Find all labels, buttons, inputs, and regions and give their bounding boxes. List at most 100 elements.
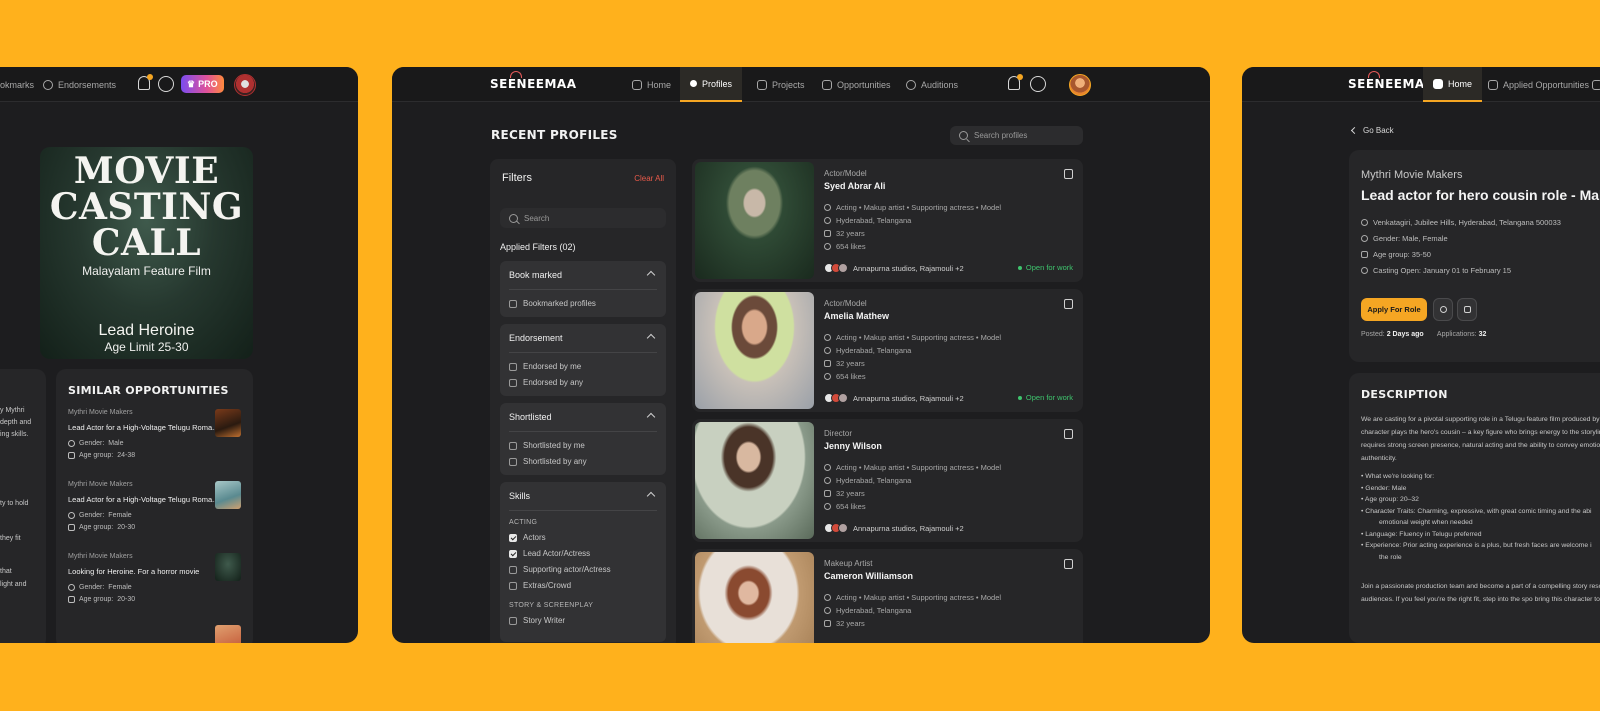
opportunity-item[interactable] bbox=[68, 625, 241, 643]
studios-text: Annapurna studios, Rajamouli +2 bbox=[853, 393, 964, 403]
filter-option[interactable]: Extras/Crowd bbox=[509, 581, 571, 590]
filter-option[interactable]: Lead Actor/Actress bbox=[509, 549, 590, 558]
avatar[interactable] bbox=[234, 74, 256, 96]
bookmark-icon[interactable] bbox=[1064, 169, 1073, 179]
likes-text: 654 likes bbox=[836, 242, 866, 251]
meta-value: 24-38 bbox=[117, 452, 136, 459]
profile-card[interactable]: Director Jenny Wilson Acting • Makup art… bbox=[692, 419, 1083, 542]
calendar-icon bbox=[824, 490, 831, 497]
calendar-icon bbox=[824, 620, 831, 627]
meta-label: Gender: bbox=[79, 584, 105, 591]
chevron-up-icon[interactable] bbox=[646, 270, 656, 280]
opportunity-item[interactable]: Mythri Movie Makers Lead Actor for a Hig… bbox=[68, 409, 241, 471]
chevron-up-icon[interactable] bbox=[646, 412, 656, 422]
filter-option[interactable]: Shortlisted by me bbox=[509, 441, 585, 450]
profile-card[interactable]: Makeup Artist Cameron Williamson Acting … bbox=[692, 549, 1083, 643]
description-fragment: light and bbox=[0, 581, 27, 588]
casting-line: Casting Open: January 01 to February 15 bbox=[1361, 266, 1511, 275]
meta-value: Male bbox=[108, 440, 124, 447]
opportunity-item[interactable]: Mythri Movie Makers Lead Actor for a Hig… bbox=[68, 481, 241, 543]
chevron-up-icon[interactable] bbox=[646, 491, 656, 501]
page-title: RECENT PROFILES bbox=[491, 128, 618, 142]
profile-card[interactable]: Actor/Model Syed Abrar Ali Acting • Maku… bbox=[692, 159, 1083, 282]
filter-option[interactable]: Actors bbox=[509, 533, 546, 542]
checkbox[interactable] bbox=[509, 378, 517, 387]
avatar[interactable] bbox=[1069, 74, 1091, 96]
checkbox[interactable] bbox=[509, 616, 517, 625]
logo[interactable]: SEENEEMAA bbox=[1348, 71, 1435, 91]
poster-title-line: CALL bbox=[91, 222, 202, 264]
poster-lead: Lead Heroine bbox=[98, 322, 195, 339]
chat-icon[interactable] bbox=[1030, 76, 1046, 92]
profile-card[interactable]: Actor/Model Amelia Mathew Acting • Makup… bbox=[692, 289, 1083, 412]
checkbox[interactable] bbox=[509, 581, 517, 590]
posted-info: Posted: 2 Days ago Applications: 32 bbox=[1361, 331, 1486, 338]
likes-text: 654 likes bbox=[836, 372, 866, 381]
profile-name[interactable]: Cameron Williamson bbox=[824, 571, 913, 581]
checkbox[interactable] bbox=[509, 457, 517, 466]
search-profiles-input[interactable]: Search profiles bbox=[950, 126, 1083, 145]
category-label: STORY & SCREENPLAY bbox=[509, 602, 594, 609]
meta-label: Gender: bbox=[79, 440, 105, 447]
nav-projects[interactable]: Projects bbox=[747, 67, 815, 102]
opp-thumbnail bbox=[215, 553, 241, 581]
nav-auditions[interactable]: Auditions bbox=[896, 67, 968, 102]
nav-profiles[interactable]: Profiles bbox=[680, 67, 743, 102]
filter-group-bookmarked: Book marked Bookmarked profiles bbox=[500, 261, 666, 317]
pro-badge[interactable]: ♛ PRO bbox=[181, 75, 224, 93]
checkbox[interactable] bbox=[509, 441, 517, 450]
apply-for-role-button[interactable]: Apply For Role bbox=[1361, 298, 1427, 321]
bookmark-icon[interactable] bbox=[1064, 299, 1073, 309]
profile-name[interactable]: Syed Abrar Ali bbox=[824, 181, 885, 191]
bell-icon[interactable] bbox=[138, 74, 153, 90]
pro-label: PRO bbox=[198, 79, 218, 89]
filter-option[interactable]: Shortlisted by any bbox=[509, 457, 587, 466]
nav-applied-opportunities[interactable]: Applied Opportunities bbox=[1478, 67, 1599, 102]
go-back-button[interactable]: Go Back bbox=[1350, 126, 1394, 135]
list-item: Experience: Prior acting experience is a… bbox=[1361, 540, 1600, 552]
nav-opportunities[interactable]: Opportunities bbox=[812, 67, 901, 102]
age-text: 32 years bbox=[836, 359, 865, 368]
profile-age: 32 years bbox=[824, 489, 865, 498]
checkbox[interactable] bbox=[509, 299, 517, 308]
description-fragment: ing skills. bbox=[0, 431, 29, 438]
filter-option[interactable]: Supporting actor/Actress bbox=[509, 565, 611, 574]
filter-option[interactable]: Bookmarked profiles bbox=[509, 299, 596, 308]
description-fragment: y Mythri bbox=[0, 407, 25, 414]
logo[interactable]: SEENEEMAA bbox=[490, 71, 577, 91]
poster-title-line: CASTING bbox=[49, 186, 244, 228]
share-button[interactable] bbox=[1433, 298, 1453, 321]
option-label: Bookmarked profiles bbox=[523, 299, 596, 308]
nav-endorsements[interactable]: Endorsements bbox=[33, 67, 126, 102]
checkbox[interactable] bbox=[509, 362, 517, 371]
filter-search-input[interactable]: Search bbox=[500, 208, 666, 228]
home-icon bbox=[632, 79, 642, 90]
age-line: Age group: 35-50 bbox=[1361, 250, 1431, 259]
age-icon bbox=[68, 524, 75, 531]
nav-bookmarks[interactable]: Bo bbox=[1582, 67, 1600, 102]
opportunity-item[interactable]: Mythri Movie Makers Looking for Heroine.… bbox=[68, 553, 241, 615]
filter-option[interactable]: Story Writer bbox=[509, 616, 565, 625]
nav-home[interactable]: Home bbox=[1423, 67, 1483, 102]
opp-thumbnail bbox=[215, 625, 241, 643]
chat-icon[interactable] bbox=[158, 76, 174, 92]
filter-option[interactable]: Endorsed by me bbox=[509, 362, 581, 371]
filter-option[interactable]: Endorsed by any bbox=[509, 378, 583, 387]
checkbox-checked[interactable] bbox=[509, 549, 517, 558]
checkbox-checked[interactable] bbox=[509, 533, 517, 542]
projects-icon bbox=[757, 79, 767, 90]
nav-label: Endorsements bbox=[58, 79, 117, 90]
section-title: SIMILAR OPPORTUNITIES bbox=[68, 384, 229, 397]
chevron-up-icon[interactable] bbox=[646, 333, 656, 343]
checkbox[interactable] bbox=[509, 565, 517, 574]
nav-home[interactable]: Home bbox=[622, 67, 681, 102]
age-icon bbox=[68, 596, 75, 603]
bookmark-icon[interactable] bbox=[1064, 429, 1073, 439]
profile-name[interactable]: Amelia Mathew bbox=[824, 311, 889, 321]
meta-label: Gender: bbox=[79, 512, 105, 519]
profile-name[interactable]: Jenny Wilson bbox=[824, 441, 882, 451]
bell-icon[interactable] bbox=[1008, 74, 1023, 90]
clear-all-button[interactable]: Clear All bbox=[634, 174, 664, 183]
bookmark-button[interactable] bbox=[1457, 298, 1477, 321]
bookmark-icon[interactable] bbox=[1064, 559, 1073, 569]
